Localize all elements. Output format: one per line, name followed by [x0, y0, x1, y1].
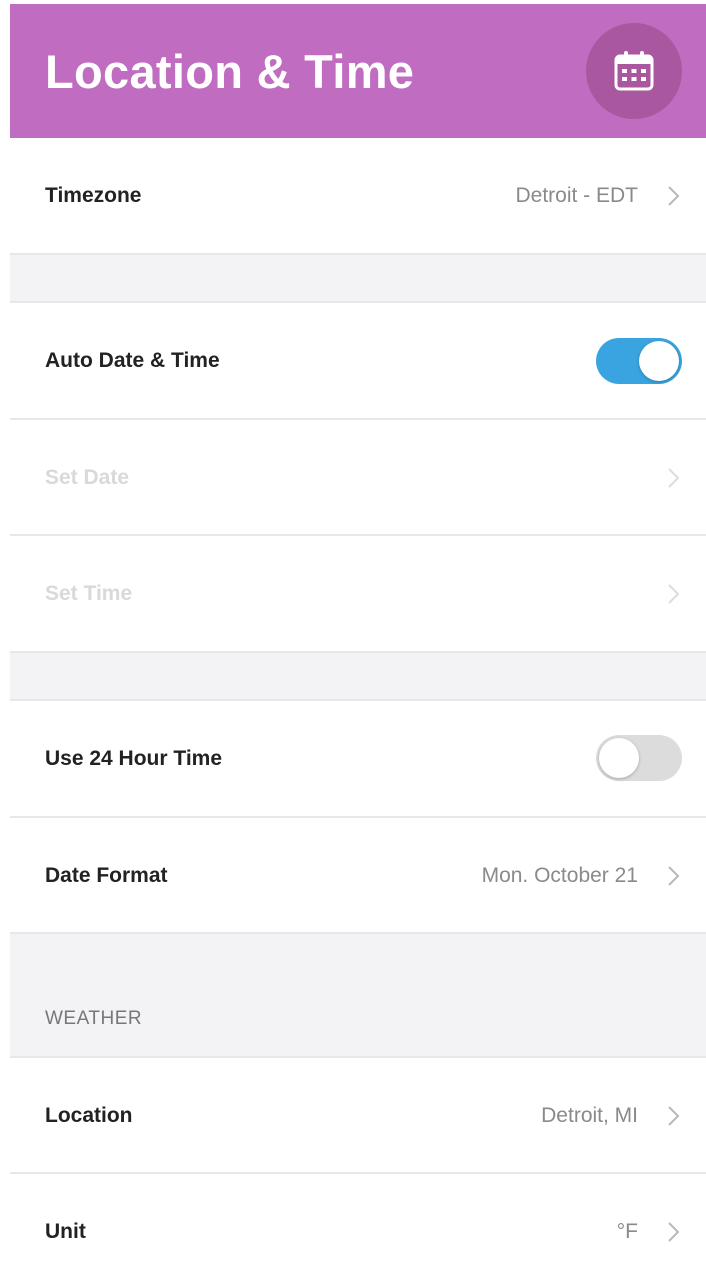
unit-value: °F — [616, 1220, 638, 1243]
use-24-hour-toggle[interactable] — [596, 735, 682, 781]
chevron-right-icon — [668, 1222, 680, 1242]
section-gap — [10, 255, 706, 301]
toggle-knob — [639, 341, 679, 381]
date-format-value: Mon. October 21 — [481, 864, 638, 887]
header-bar: Location & Time — [10, 4, 706, 138]
calendar-button[interactable] — [586, 23, 682, 119]
auto-date-time-label: Auto Date & Time — [45, 349, 220, 372]
weather-section-header: WEATHER — [10, 934, 706, 1056]
timezone-label: Timezone — [45, 184, 142, 207]
use-24-hour-row: Use 24 Hour Time — [10, 701, 706, 817]
set-time-row[interactable]: Set Time — [10, 536, 706, 652]
date-format-row[interactable]: Date Format Mon. October 21 — [10, 818, 706, 934]
chevron-right-icon — [668, 584, 680, 604]
use-24-hour-label: Use 24 Hour Time — [45, 747, 223, 770]
location-label: Location — [45, 1104, 133, 1127]
chevron-right-icon — [668, 1106, 680, 1126]
weather-section-label: WEATHER — [45, 1008, 143, 1029]
location-row[interactable]: Location Detroit, MI — [10, 1058, 706, 1174]
location-value: Detroit, MI — [541, 1104, 638, 1127]
set-date-row[interactable]: Set Date — [10, 420, 706, 536]
page-title: Location & Time — [45, 45, 415, 98]
auto-date-time-row: Auto Date & Time — [10, 303, 706, 419]
date-format-label: Date Format — [45, 864, 168, 887]
chevron-right-icon — [668, 866, 680, 886]
unit-row[interactable]: Unit °F — [10, 1174, 706, 1282]
settings-screen: Location & Time Timezone Detroit - EDT A — [10, 4, 706, 1282]
section-gap — [10, 653, 706, 699]
auto-date-time-toggle[interactable] — [596, 338, 682, 384]
set-date-label: Set Date — [45, 466, 130, 489]
chevron-right-icon — [668, 186, 680, 206]
chevron-right-icon — [668, 468, 680, 488]
set-time-label: Set Time — [45, 582, 133, 605]
calendar-icon — [614, 51, 654, 91]
toggle-knob — [599, 738, 639, 778]
timezone-row[interactable]: Timezone Detroit - EDT — [10, 138, 706, 254]
unit-label: Unit — [45, 1220, 86, 1243]
timezone-value: Detroit - EDT — [515, 184, 638, 207]
